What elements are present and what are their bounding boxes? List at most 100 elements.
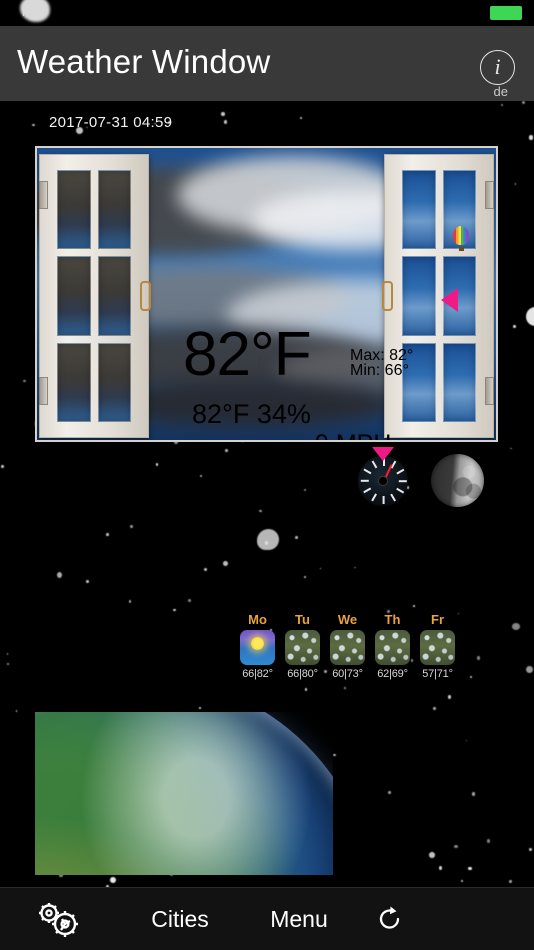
refresh-button[interactable] bbox=[360, 888, 420, 950]
rain-icon bbox=[420, 630, 455, 665]
snowflake bbox=[1, 464, 5, 468]
window-pane bbox=[57, 170, 91, 250]
snowflake bbox=[388, 790, 392, 795]
snowflake bbox=[476, 656, 480, 660]
forecast-day[interactable]: We 60|73° bbox=[330, 612, 365, 680]
earth-from-space-image[interactable] bbox=[35, 712, 333, 875]
snowflake bbox=[465, 739, 468, 742]
snowflake bbox=[460, 879, 463, 882]
snowflake bbox=[224, 449, 228, 452]
snowflake bbox=[221, 112, 225, 116]
forecast-day-temps: 66|82° bbox=[242, 668, 273, 680]
forecast-day[interactable]: Tu 66|80° bbox=[285, 612, 320, 680]
snowflake bbox=[429, 851, 435, 859]
gears-icon bbox=[39, 903, 78, 937]
snowflake bbox=[256, 528, 279, 551]
compass-north-pointer-icon bbox=[372, 447, 394, 461]
wind-direction-compass[interactable] bbox=[358, 456, 408, 506]
snowflake bbox=[447, 694, 451, 699]
snowflake bbox=[471, 792, 476, 796]
snowflake bbox=[187, 599, 191, 602]
compass-hub bbox=[379, 477, 387, 485]
snowflake bbox=[303, 576, 306, 578]
info-circle-icon[interactable]: i bbox=[480, 50, 515, 85]
snowflake bbox=[353, 566, 356, 569]
forecast-day-label: Tu bbox=[295, 612, 310, 627]
snowflake bbox=[412, 604, 416, 607]
snowflake bbox=[7, 663, 10, 666]
snowflake bbox=[129, 524, 133, 529]
snowflake bbox=[512, 623, 520, 630]
snowflake bbox=[457, 612, 460, 615]
snowflake bbox=[265, 541, 268, 545]
forecast-day[interactable]: Mo 66|82° bbox=[240, 612, 275, 680]
wind-speed: 9 MPH bbox=[315, 430, 391, 440]
snowflake bbox=[521, 100, 525, 104]
snowflake bbox=[203, 567, 208, 571]
language-label[interactable]: de bbox=[494, 84, 508, 99]
feels-like-humidity: 82°F 34% bbox=[192, 399, 311, 429]
window-pane bbox=[402, 170, 436, 250]
snowflake bbox=[319, 567, 321, 569]
snowflake bbox=[6, 653, 9, 655]
forecast-day-label: Fr bbox=[431, 612, 444, 627]
window-pane bbox=[97, 170, 131, 250]
earth-atmosphere-limb bbox=[35, 712, 333, 875]
observation-datetime: 2017-07-31 04:59 bbox=[49, 114, 173, 131]
snowflake bbox=[56, 571, 63, 579]
window-pane bbox=[97, 342, 131, 422]
forecast-day[interactable]: Th 62|69° bbox=[375, 612, 410, 680]
bottom-toolbar: Cities Menu bbox=[0, 887, 534, 950]
snowflake bbox=[486, 839, 490, 843]
snowflake bbox=[300, 117, 302, 119]
hot-air-balloon-icon bbox=[453, 226, 469, 251]
snowflake bbox=[468, 867, 472, 870]
settings-button[interactable] bbox=[14, 888, 106, 950]
snowflake bbox=[453, 844, 458, 849]
snowflake bbox=[469, 675, 473, 678]
snowflake bbox=[438, 865, 443, 870]
forecast-day-label: We bbox=[337, 612, 358, 627]
status-bar: rrie bbox=[0, 0, 534, 26]
window-pane bbox=[442, 342, 476, 422]
snowflake bbox=[510, 447, 512, 450]
cities-button[interactable]: Cities bbox=[120, 888, 240, 950]
snowflake bbox=[501, 103, 503, 106]
window-pane bbox=[402, 256, 436, 336]
forecast-day-temps: 60|73° bbox=[332, 668, 363, 680]
snowflake bbox=[23, 380, 26, 383]
snowflake bbox=[432, 706, 437, 710]
snowflake bbox=[294, 535, 299, 540]
wind-direction-arrow-icon bbox=[441, 288, 458, 312]
moon-phase-icon[interactable] bbox=[431, 454, 484, 507]
weather-window-panel[interactable]: 82°F Max: 82° Min: 66° 82°F 34% 9 MPH DP… bbox=[35, 146, 498, 442]
refresh-icon bbox=[379, 906, 400, 929]
forecast-day-temps: 57|71° bbox=[422, 668, 453, 680]
snowflake bbox=[528, 135, 534, 140]
window-sash-right bbox=[382, 154, 494, 438]
rain-icon bbox=[330, 630, 365, 665]
forecast-day-label: Th bbox=[384, 612, 401, 627]
snowflake bbox=[223, 119, 228, 124]
snowflake bbox=[32, 123, 36, 127]
menu-button[interactable]: Menu bbox=[244, 888, 354, 950]
snowflake bbox=[512, 325, 516, 329]
snowflake bbox=[525, 665, 533, 673]
snowflake bbox=[514, 183, 517, 185]
snowflake bbox=[529, 847, 532, 851]
weather-window-app: 82°F Max: 82° Min: 66° 82°F 34% 9 MPH DP… bbox=[0, 0, 534, 950]
window-pane bbox=[57, 256, 91, 336]
snowflake bbox=[332, 753, 336, 757]
snowflake bbox=[303, 488, 306, 491]
clear-sunny-icon bbox=[240, 630, 275, 665]
window-sash-left bbox=[39, 154, 151, 438]
forecast-day[interactable]: Fr 57|71° bbox=[420, 612, 455, 680]
battery-full-icon bbox=[490, 6, 522, 20]
snowflake bbox=[128, 600, 132, 604]
snowflake bbox=[258, 509, 262, 513]
window-pane bbox=[57, 342, 91, 422]
snowflake bbox=[199, 706, 202, 709]
forecast-day-temps: 66|80° bbox=[287, 668, 318, 680]
five-day-forecast: Mo 66|82° Tu 66|80° We 60|73° Th 62|69° … bbox=[240, 612, 455, 680]
snowflake bbox=[86, 580, 89, 584]
